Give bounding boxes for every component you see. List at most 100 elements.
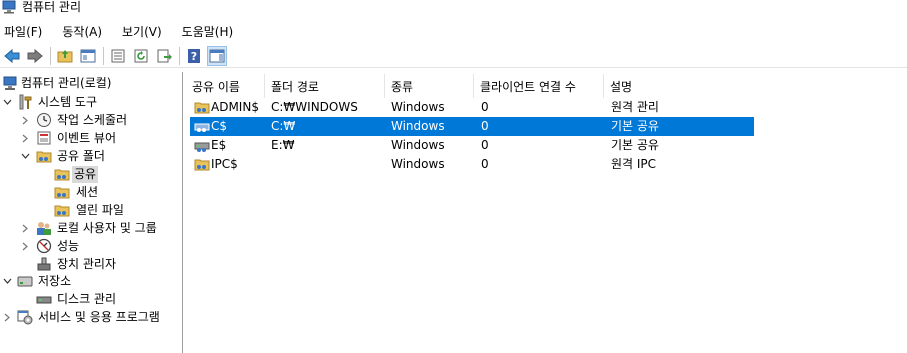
tree-item-label: 컴퓨터 관리(로컬) [21, 75, 112, 90]
properties-button[interactable] [108, 46, 128, 66]
up-folder-icon [57, 49, 73, 62]
forward-button[interactable] [25, 46, 45, 66]
up-folder-button[interactable] [55, 46, 75, 66]
tree-item-label: 시스템 도구 [38, 94, 98, 109]
menu-file[interactable]: 파일(F) [0, 23, 46, 40]
tree-item-label: 공유 [72, 165, 99, 183]
shared-folder-icon [36, 151, 52, 163]
toolbar-separator [103, 46, 104, 65]
properties-icon [111, 49, 125, 62]
table-row[interactable]: IPC$ Windows 0 원격 IPC [190, 155, 754, 174]
help-button[interactable]: ? [184, 46, 204, 66]
refresh-icon [134, 49, 148, 62]
tree-item-label: 디스크 관리 [57, 291, 117, 306]
computer-management-icon [3, 76, 17, 90]
menu-view[interactable]: 보기(V) [118, 23, 166, 40]
help-icon: ? [188, 48, 200, 63]
tree-item-label: 로컬 사용자 및 그룹 [57, 220, 157, 235]
cell-description: 원격 관리 [611, 100, 659, 114]
tree-item-label: 서비스 및 응용 프로그램 [38, 309, 160, 324]
cell-share-name: ADMIN$ [211, 100, 259, 114]
tree-item-label: 세션 [76, 184, 99, 199]
table-row[interactable]: C$ C:₩ Windows 0 기본 공유 [190, 117, 754, 136]
event-viewer-icon [37, 131, 51, 145]
tools-icon [19, 94, 32, 110]
menu-bar: 파일(F) 동작(A) 보기(V) 도움말(H) [0, 20, 907, 42]
export-list-icon [157, 49, 172, 62]
menu-help[interactable]: 도움말(H) [178, 23, 238, 40]
chevron-right-icon[interactable] [20, 115, 30, 125]
cell-client-connections: 0 [481, 157, 489, 171]
export-list-button[interactable] [154, 46, 174, 66]
shared-folder-icon [54, 187, 70, 199]
cell-description: 기본 공유 [611, 138, 659, 152]
toolbar-separator [179, 46, 180, 65]
show-hide-tree-icon [80, 49, 96, 62]
cell-type: Windows [391, 157, 445, 171]
column-header-share-name[interactable]: 공유 이름 [186, 74, 265, 98]
toolbar-separator [50, 46, 51, 65]
tree-item-label: 저장소 [38, 273, 72, 288]
table-row[interactable]: ADMIN$ C:₩WINDOWS Windows 0 원격 관리 [190, 98, 754, 117]
tree-item-label: 열린 파일 [76, 202, 124, 217]
back-button[interactable] [2, 46, 22, 66]
cell-description: 원격 IPC [611, 157, 657, 171]
shared-folder-icon [194, 102, 210, 114]
shared-folder-icon [54, 169, 70, 181]
menu-action[interactable]: 동작(A) [58, 23, 106, 40]
title-bar: 컴퓨터 관리 [0, 0, 907, 18]
chevron-right-icon[interactable] [2, 312, 12, 322]
navigation-tree: 컴퓨터 관리(로컬) 시스템 도구 작업 스케줄러 이벤트 뷰어 공유 폴더 공… [0, 72, 183, 353]
performance-icon [36, 238, 52, 254]
cell-client-connections: 0 [481, 100, 489, 114]
cell-share-name: IPC$ [211, 157, 238, 171]
chevron-right-icon[interactable] [20, 133, 30, 143]
cell-type: Windows [391, 138, 445, 152]
services-icon [17, 310, 33, 325]
cell-share-name: C$ [211, 119, 228, 133]
show-hide-tree-button[interactable] [78, 46, 98, 66]
cell-type: Windows [391, 100, 445, 114]
computer-management-icon [2, 0, 16, 14]
cell-folder-path: E:₩ [271, 138, 295, 152]
forward-icon [27, 48, 43, 63]
column-header-client-connections[interactable]: 클라이언트 연결 수 [474, 74, 604, 98]
chevron-right-icon[interactable] [20, 241, 30, 251]
cell-share-name: E$ [211, 138, 227, 152]
clock-icon [37, 113, 51, 127]
shared-folder-icon [54, 205, 70, 217]
column-header-folder-path[interactable]: 폴더 경로 [265, 74, 385, 98]
chevron-right-icon[interactable] [20, 223, 30, 233]
cell-client-connections: 0 [481, 119, 489, 133]
tree-item-label: 이벤트 뷰어 [57, 130, 117, 145]
tree-item-label: 공유 폴더 [57, 148, 105, 163]
window-title: 컴퓨터 관리 [22, 0, 82, 14]
shared-drive-icon [194, 123, 210, 132]
cell-folder-path: C:₩WINDOWS [271, 100, 358, 114]
table-row[interactable]: E$ E:₩ Windows 0 기본 공유 [190, 136, 754, 155]
disk-management-icon [36, 296, 52, 304]
chevron-down-icon[interactable] [2, 276, 12, 286]
chevron-down-icon[interactable] [2, 97, 12, 107]
column-header-type[interactable]: 종류 [385, 74, 474, 98]
shares-list: 공유 이름 폴더 경로 종류 클라이언트 연결 수 설명 ADMIN$ C:₩W… [186, 72, 907, 353]
cell-client-connections: 0 [481, 138, 489, 152]
column-header-description[interactable]: 설명 [604, 74, 754, 98]
cell-type: Windows [391, 119, 445, 133]
shared-folder-icon [194, 159, 210, 171]
cell-description: 기본 공유 [611, 119, 659, 133]
cell-folder-path: C:₩ [271, 119, 296, 133]
chevron-down-icon[interactable] [20, 151, 30, 161]
users-icon [37, 222, 51, 235]
tree-item-label: 성능 [57, 238, 80, 253]
tree-item-label: 작업 스케줄러 [57, 112, 128, 127]
show-hide-action-pane-button[interactable] [207, 45, 227, 66]
storage-icon [17, 276, 33, 287]
svg-text:?: ? [191, 50, 197, 63]
device-manager-icon [37, 257, 51, 271]
tree-item-label: 장치 관리자 [57, 256, 117, 271]
refresh-button[interactable] [131, 46, 151, 66]
show-hide-action-pane-icon [209, 49, 225, 62]
shared-drive-icon [194, 142, 210, 152]
toolbar: ? [0, 44, 907, 68]
